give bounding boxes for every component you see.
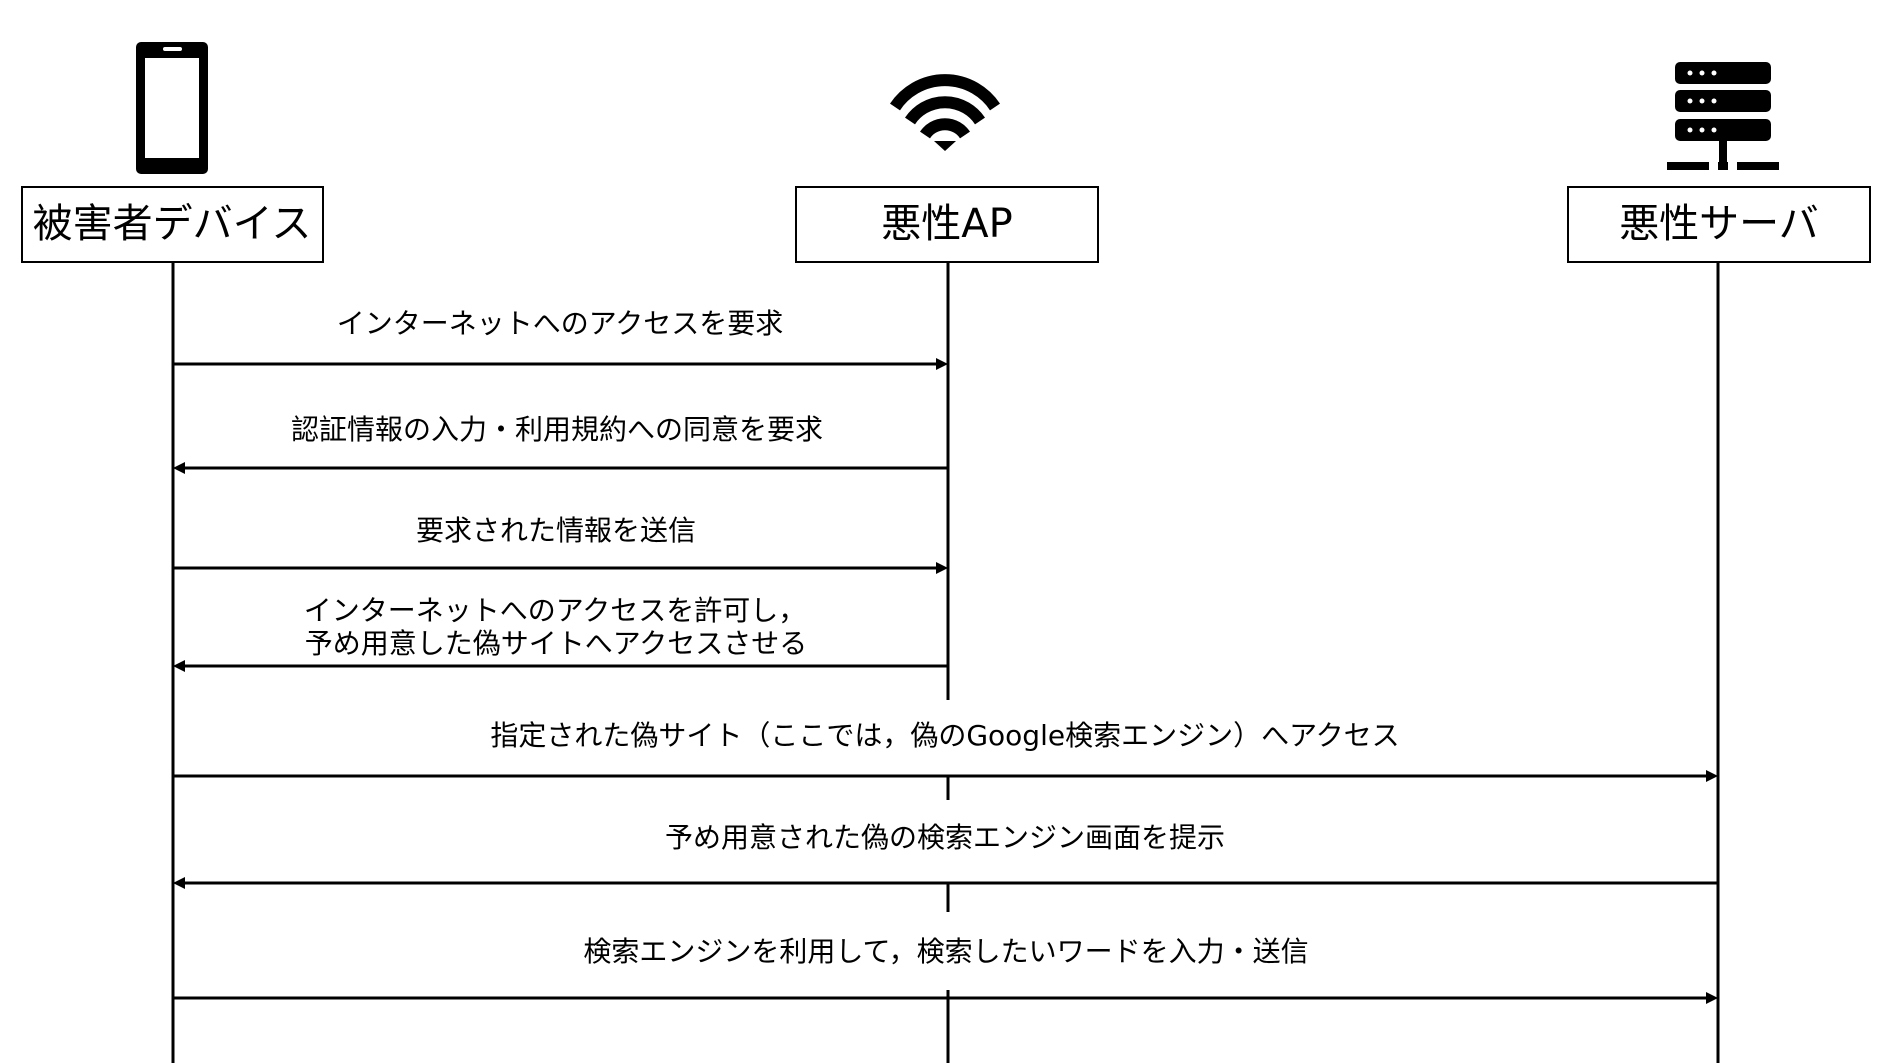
arrow-head	[936, 358, 948, 370]
message-label: 要求された情報を送信	[416, 514, 696, 547]
arrow-head	[173, 660, 185, 672]
arrow-head	[173, 462, 185, 474]
wifi-icon	[890, 74, 1000, 151]
message-1: インターネットへのアクセスを要求	[173, 307, 948, 370]
server-icon	[1667, 62, 1779, 170]
message-2: 認証情報の入力・利用規約への同意を要求	[173, 413, 948, 474]
message-7: 検索エンジンを利用して，検索したいワードを入力・送信	[173, 935, 1718, 1004]
message-label: 予め用意した偽サイトへアクセスさせる	[305, 627, 808, 660]
arrow-head	[1706, 992, 1718, 1004]
sequence-diagram: 被害者デバイス 悪性AP 悪性サーバ インターネットへのアクセスを要求 認証情報…	[21, 42, 1871, 1063]
message-label: 認証情報の入力・利用規約への同意を要求	[291, 413, 823, 446]
message-5: 指定された偽サイト（ここでは，偽のGoogle検索エンジン）へアクセス	[173, 719, 1718, 782]
actor-label-victim: 被害者デバイス	[33, 201, 312, 247]
actor-server: 悪性サーバ	[1567, 186, 1871, 263]
message-3: 要求された情報を送信	[173, 514, 948, 574]
actor-victim: 被害者デバイス	[21, 186, 324, 263]
message-label: 検索エンジンを利用して，検索したいワードを入力・送信	[583, 935, 1308, 968]
actor-label-ap: 悪性AP	[881, 201, 1012, 247]
message-label: インターネットへのアクセスを許可し，	[304, 594, 807, 627]
message-4: インターネットへのアクセスを許可し， 予め用意した偽サイトへアクセスさせる	[173, 594, 948, 672]
message-6: 予め用意された偽の検索エンジン画面を提示	[173, 821, 1718, 889]
arrow-head	[1706, 770, 1718, 782]
actor-label-server: 悪性サーバ	[1619, 201, 1819, 247]
message-label: 指定された偽サイト（ここでは，偽のGoogle検索エンジン）へアクセス	[490, 719, 1399, 752]
message-label: 予め用意された偽の検索エンジン画面を提示	[665, 821, 1225, 854]
arrow-head	[936, 562, 948, 574]
actor-ap: 悪性AP	[795, 186, 1099, 263]
arrow-head	[173, 877, 185, 889]
message-label: インターネットへのアクセスを要求	[337, 307, 784, 340]
smartphone-icon	[136, 42, 208, 174]
